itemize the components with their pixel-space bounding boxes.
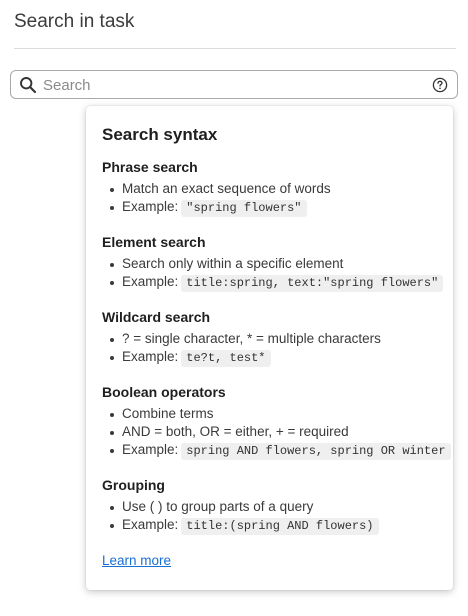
section-title: Boolean operators [102, 384, 226, 400]
bullet-text: Example: [122, 517, 179, 532]
syntax-section: Wildcard search ? = single character, * =… [102, 308, 437, 367]
bullet-item: Match an exact sequence of words [102, 180, 437, 198]
search-icon [20, 77, 37, 94]
code-example: te?t, test* [181, 350, 271, 367]
bullet-text: Combine terms [122, 406, 214, 421]
bullet-list: ? = single character, * = multiple chara… [102, 330, 437, 367]
section-title: Phrase search [102, 159, 198, 175]
bullet-item: Combine terms [102, 405, 437, 423]
help-circle-icon[interactable] [432, 77, 448, 93]
syntax-section: Element search Search only within a speci… [102, 233, 444, 292]
bullet-item: Example: spring AND flowers, spring OR wi… [102, 441, 451, 460]
bullet-item: Use ( ) to group parts of a query [102, 498, 437, 516]
divider [14, 48, 456, 49]
syntax-section: Phrase search Match an exact sequence of … [102, 158, 437, 217]
bullet-item: AND = both, OR = either, + = required [102, 423, 437, 441]
bullet-item: ? = single character, * = multiple chara… [102, 330, 437, 348]
bullet-item: Example: "spring flowers" [102, 198, 437, 217]
code-example: "spring flowers" [181, 200, 307, 217]
bullet-list: Match an exact sequence of words Example:… [102, 180, 437, 217]
code-example: title:(spring AND flowers) [181, 518, 379, 535]
bullet-text: Example: [122, 274, 179, 289]
search-input[interactable] [43, 75, 423, 95]
section-title: Grouping [102, 477, 165, 493]
bullet-text: Example: [122, 442, 179, 457]
bullet-item: Search only within a specific element [102, 255, 437, 273]
search-syntax-popover: Search syntax Phrase search Match an exac… [86, 106, 453, 590]
code-example: spring AND flowers, spring OR winter [181, 443, 451, 460]
bullet-item: Example: title:spring, text:"spring flowe… [102, 273, 444, 292]
code-example: title:spring, text:"spring flowers" [181, 275, 444, 292]
syntax-section: Grouping Use ( ) to group parts of a quer… [102, 476, 437, 535]
bullet-list: Use ( ) to group parts of a query Example… [102, 498, 437, 535]
bullet-list: Search only within a specific element Exa… [102, 255, 444, 292]
syntax-sections: Phrase search Match an exact sequence of … [102, 158, 451, 535]
page-title: Search in task [14, 11, 135, 32]
bullet-text: Example: [122, 349, 179, 364]
bullet-text: AND = both, OR = either, + = required [122, 424, 349, 439]
section-title: Element search [102, 234, 206, 250]
section-title: Wildcard search [102, 309, 211, 325]
search-box[interactable] [10, 70, 458, 99]
bullet-text: Use ( ) to group parts of a query [122, 499, 314, 514]
bullet-list: Combine terms AND = both, OR = either, + … [102, 405, 451, 460]
page: Search in task Search syntax Phrase sear… [0, 0, 468, 616]
bullet-text: ? = single character, * = multiple chara… [122, 331, 381, 346]
bullet-text: Example: [122, 199, 179, 214]
popover-title: Search syntax [102, 125, 218, 144]
learn-more-link[interactable]: Learn more [102, 553, 171, 568]
bullet-item: Example: te?t, test* [102, 348, 437, 367]
bullet-text: Search only within a specific element [122, 256, 344, 271]
bullet-item: Example: title:(spring AND flowers) [102, 516, 437, 535]
bullet-text: Match an exact sequence of words [122, 181, 331, 196]
syntax-section: Boolean operators Combine terms AND = both… [102, 383, 451, 460]
